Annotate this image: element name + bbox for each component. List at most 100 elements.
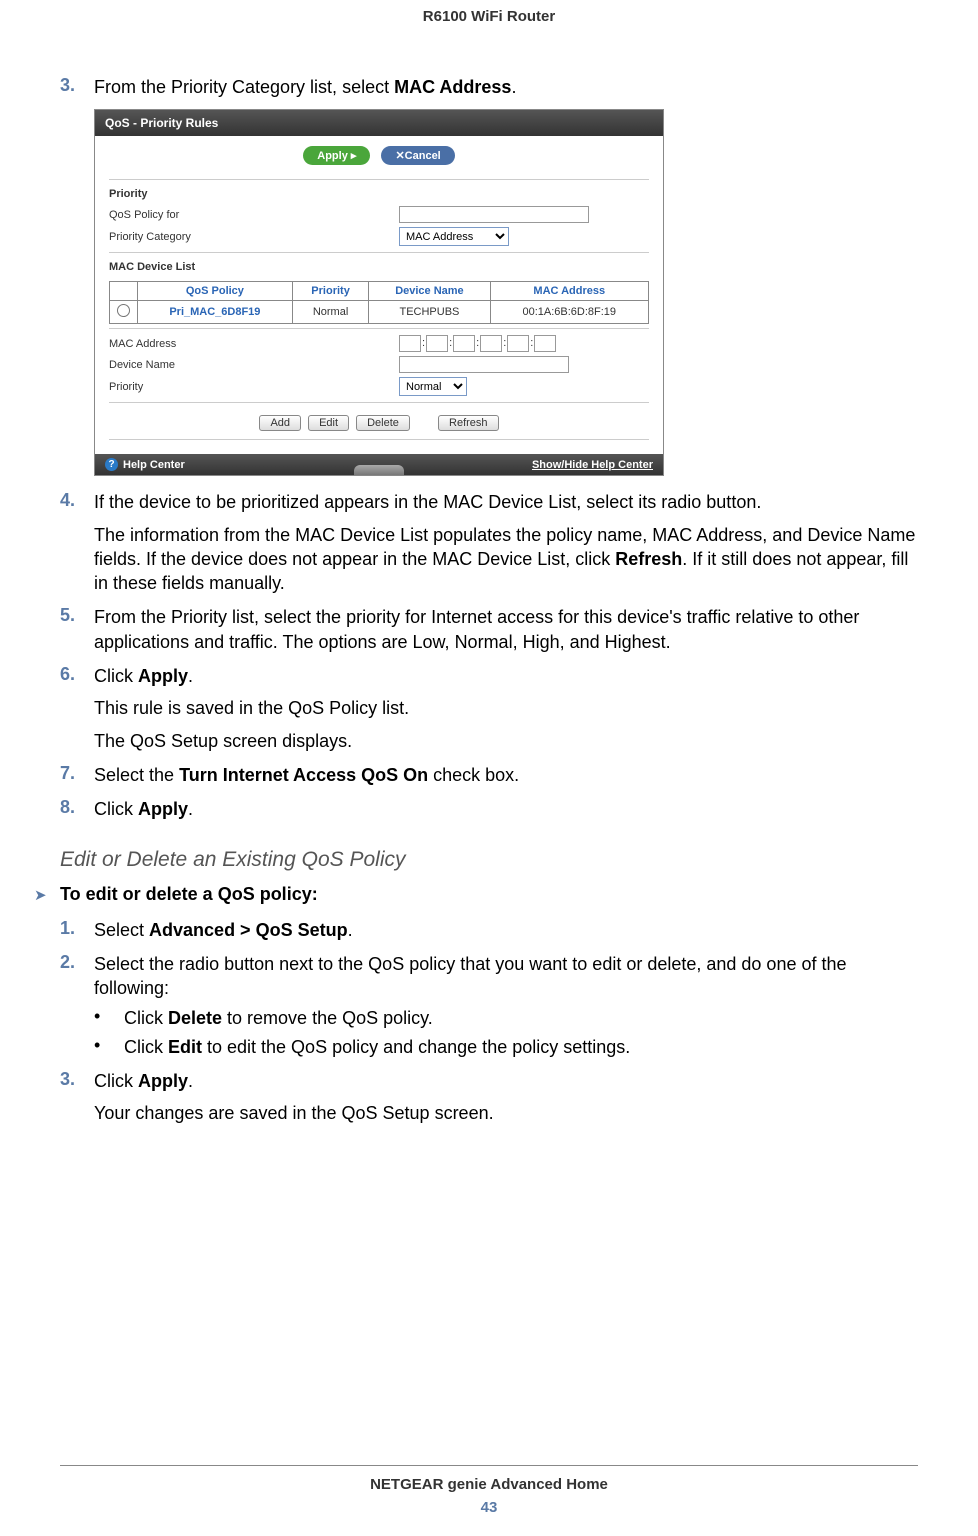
grip-icon[interactable] [354, 465, 404, 475]
divider [109, 179, 649, 180]
row-policy[interactable]: Pri_MAC_6D8F19 [138, 301, 293, 324]
footer-text: NETGEAR genie Advanced Home [60, 1476, 918, 1493]
cancel-button[interactable]: ✕Cancel [381, 146, 454, 165]
label: Priority Category [109, 231, 399, 243]
step-number: 7. [60, 763, 94, 787]
bullet-1: • Click Delete to remove the QoS policy. [94, 1006, 918, 1030]
qos-policy-for-input[interactable] [399, 206, 589, 223]
mac-address-row: MAC Address : : : : : [109, 333, 649, 354]
row-radio-cell [110, 301, 138, 324]
step-number: 2. [60, 952, 94, 1001]
mac-input-group: : : : : : [399, 335, 556, 352]
step-text: Select Advanced > QoS Setup. [94, 918, 918, 942]
procedure-title: To edit or delete a QoS policy: [60, 884, 318, 905]
mac-device-table: QoS Policy Priority Device Name MAC Addr… [109, 281, 649, 324]
procedure-heading: ➤ To edit or delete a QoS policy: [34, 884, 918, 908]
divider [109, 328, 649, 329]
divider [109, 402, 649, 403]
priority-row: Priority Normal [109, 375, 649, 398]
priority-section-label: Priority [109, 184, 649, 204]
label: Priority [109, 381, 399, 393]
t: . [511, 77, 516, 97]
th-policy: QoS Policy [138, 282, 293, 301]
row-radio[interactable] [117, 304, 130, 317]
t: to remove the QoS policy. [222, 1008, 433, 1028]
step-text: Click Apply. [94, 1069, 918, 1093]
delete-button[interactable]: Delete [356, 415, 410, 431]
device-name-input[interactable] [399, 356, 569, 373]
step-5: 5. From the Priority list, select the pr… [60, 605, 918, 654]
t: From the Priority Category list, select [94, 77, 394, 97]
arrow-icon: ➤ [34, 884, 60, 908]
table-row: Pri_MAC_6D8F19 Normal TECHPUBS 00:1A:6B:… [110, 301, 649, 324]
priority-category-row: Priority Category MAC Address [109, 225, 649, 248]
t-bold: Turn Internet Access QoS On [179, 765, 428, 785]
mac-seg-4[interactable] [480, 335, 502, 352]
row-device: TECHPUBS [369, 301, 490, 324]
policy-link[interactable]: Pri_MAC_6D8F19 [169, 306, 260, 318]
step-6-para-1: This rule is saved in the QoS Policy lis… [94, 696, 918, 720]
t: Select the [94, 765, 179, 785]
step-8: 8. Click Apply. [60, 797, 918, 821]
add-button[interactable]: Add [259, 415, 301, 431]
step-text: From the Priority list, select the prior… [94, 605, 918, 654]
step-number: 4. [60, 490, 94, 514]
t-bold: Apply [138, 799, 188, 819]
edit-button[interactable]: Edit [308, 415, 349, 431]
step-number: 8. [60, 797, 94, 821]
priority-select[interactable]: Normal [399, 377, 467, 396]
step-4: 4. If the device to be prioritized appea… [60, 490, 918, 514]
priority-category-select[interactable]: MAC Address [399, 227, 509, 246]
step-6-para-2: The QoS Setup screen displays. [94, 729, 918, 753]
action-buttons: Add Edit Delete Refresh [109, 407, 649, 435]
step-number: 6. [60, 664, 94, 688]
apply-button[interactable]: Apply ▸ [303, 146, 370, 165]
bullet-icon: • [94, 1035, 124, 1059]
mac-seg-6[interactable] [534, 335, 556, 352]
show-hide-help[interactable]: Show/Hide Help Center [532, 459, 653, 471]
page-number: 43 [60, 1499, 918, 1516]
help-center[interactable]: ? Help Center [105, 458, 185, 471]
t-bold: Apply [138, 1071, 188, 1091]
t-bold: Advanced > QoS Setup [149, 920, 348, 940]
sec2-step-3-para: Your changes are saved in the QoS Setup … [94, 1101, 918, 1125]
t: . [188, 1071, 193, 1091]
mac-device-list-label: MAC Device List [109, 257, 649, 277]
qos-policy-for-row: QoS Policy for [109, 204, 649, 225]
th-radio [110, 282, 138, 301]
t: . [188, 666, 193, 686]
t: Click [124, 1008, 168, 1028]
mac-seg-5[interactable] [507, 335, 529, 352]
step-text: From the Priority Category list, select … [94, 75, 918, 99]
table-header-row: QoS Policy Priority Device Name MAC Addr… [110, 282, 649, 301]
help-label: Help Center [123, 459, 185, 471]
step-text: Click Apply. [94, 797, 918, 821]
divider [109, 252, 649, 253]
mac-seg-2[interactable] [426, 335, 448, 352]
step-number: 3. [60, 1069, 94, 1093]
bullet-text: Click Edit to edit the QoS policy and ch… [124, 1035, 918, 1059]
t-bold: Refresh [615, 549, 682, 569]
t-bold: Edit [168, 1037, 202, 1057]
step-text: Select the radio button next to the QoS … [94, 952, 918, 1001]
step-text: Click Apply. [94, 664, 918, 688]
t: Click [94, 1071, 138, 1091]
th-device: Device Name [369, 282, 490, 301]
sec2-step-3: 3. Click Apply. [60, 1069, 918, 1093]
bullet-2: • Click Edit to edit the QoS policy and … [94, 1035, 918, 1059]
refresh-button[interactable]: Refresh [438, 415, 499, 431]
step-number: 5. [60, 605, 94, 654]
step-text: If the device to be prioritized appears … [94, 490, 918, 514]
t: Click [94, 799, 138, 819]
mac-seg-1[interactable] [399, 335, 421, 352]
mac-seg-3[interactable] [453, 335, 475, 352]
t: . [348, 920, 353, 940]
step-3: 3. From the Priority Category list, sele… [60, 75, 918, 99]
t: Select [94, 920, 149, 940]
t-bold: MAC Address [394, 77, 511, 97]
panel-buttons: Apply ▸ ✕Cancel [95, 136, 663, 173]
section-heading: Edit or Delete an Existing QoS Policy [60, 848, 918, 872]
panel-footer: ? Help Center Show/Hide Help Center [95, 454, 663, 475]
bullet-icon: • [94, 1006, 124, 1030]
step-text: Select the Turn Internet Access QoS On c… [94, 763, 918, 787]
